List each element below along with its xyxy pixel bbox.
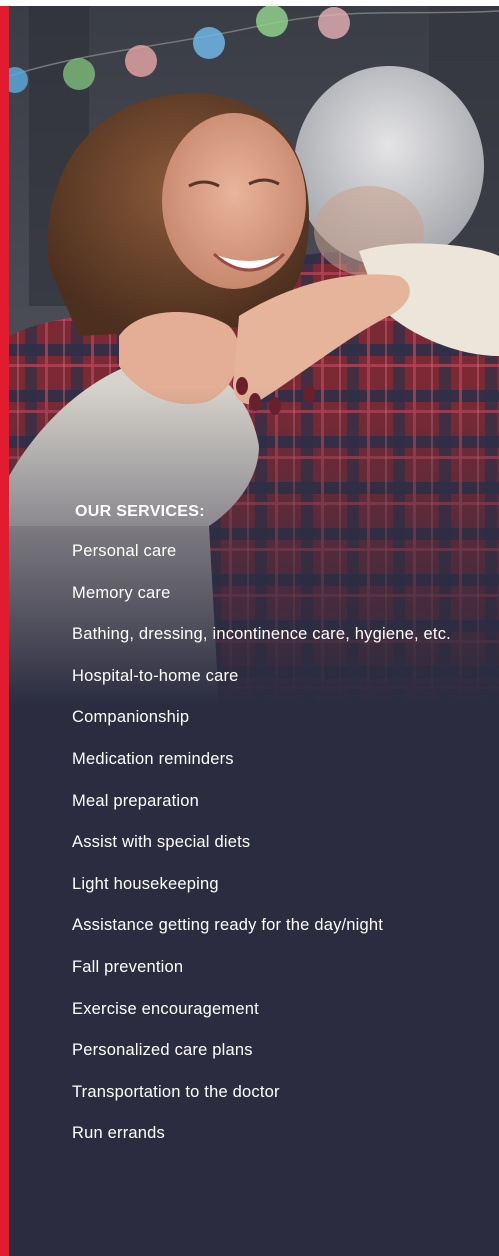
light-bulb	[125, 45, 157, 77]
light-bulb	[193, 27, 225, 59]
service-item: Medication reminders	[72, 749, 234, 768]
light-bulb	[318, 7, 350, 39]
service-item: Personal care	[72, 542, 177, 560]
service-item: Exercise encouragement	[72, 999, 259, 1018]
service-item: Transportation to the doctor	[72, 1082, 280, 1101]
service-item: Meal preparation	[72, 791, 200, 810]
service-item: Companionship	[72, 708, 190, 727]
service-item: Assist with special diets	[72, 833, 251, 852]
service-item: Bathing, dressing, incontinence care, hy…	[72, 625, 451, 644]
service-item: Run errands	[72, 1124, 165, 1143]
services-flyer: OUR SERVICES: Personal care Memory care …	[0, 0, 499, 1256]
service-item: Fall prevention	[72, 957, 184, 976]
service-item: Memory care	[72, 583, 171, 602]
light-bulb	[63, 58, 95, 90]
service-item: Personalized care plans	[72, 1041, 253, 1060]
light-bulb	[256, 6, 288, 37]
services-heading: OUR SERVICES:	[75, 503, 205, 520]
service-item: Hospital-to-home care	[72, 666, 239, 685]
services-list: Personal care Memory care Bathing, dress…	[72, 538, 482, 1147]
service-item: Assistance getting ready for the day/nig…	[72, 916, 384, 935]
services-section: OUR SERVICES: Personal care Memory care …	[72, 503, 482, 1162]
top-border	[0, 0, 499, 6]
service-item: Light housekeeping	[72, 874, 219, 893]
accent-bar	[0, 0, 9, 1256]
